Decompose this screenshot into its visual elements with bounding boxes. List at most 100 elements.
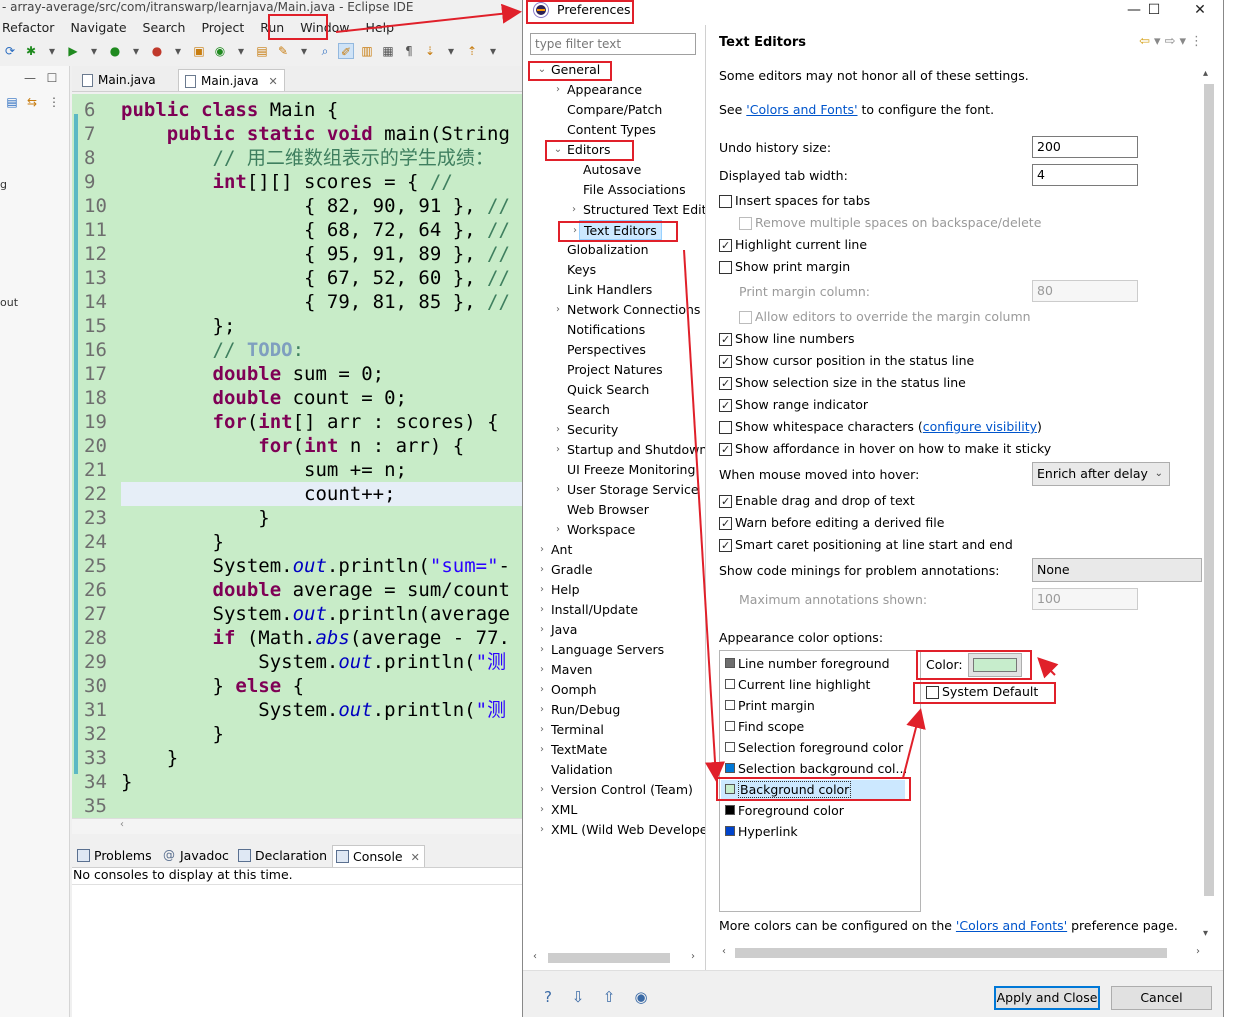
scroll-right-icon[interactable]: › xyxy=(691,951,695,962)
close-icon[interactable]: ✕ xyxy=(268,75,277,88)
menu-project[interactable]: Project xyxy=(201,20,244,35)
chevron-right-icon[interactable]: › xyxy=(537,740,547,760)
run-icon[interactable]: ▶ xyxy=(65,43,81,59)
tab-width-input[interactable]: 4 xyxy=(1032,164,1138,186)
record-icon[interactable]: ◉ xyxy=(631,987,651,1007)
scroll-left-icon[interactable]: ‹ xyxy=(722,946,726,957)
dropdown-icon[interactable]: ▾ xyxy=(44,43,60,59)
menu-navigate[interactable]: Navigate xyxy=(70,20,126,35)
show-line-numbers-checkbox[interactable]: Show line numbers xyxy=(719,331,855,348)
chevron-right-icon[interactable]: › xyxy=(537,700,547,720)
configure-visibility-link[interactable]: configure visibility xyxy=(923,419,1037,434)
dropdown-icon[interactable]: ▾ xyxy=(128,43,144,59)
chevron-right-icon[interactable]: › xyxy=(537,780,547,800)
view-menu-icon[interactable]: ⋮ xyxy=(46,94,62,110)
color-item-print-margin[interactable]: Print margin xyxy=(725,696,815,715)
tree-item-version-control[interactable]: › Version Control (Team) xyxy=(540,780,693,800)
tree-item-workspace[interactable]: › Workspace xyxy=(556,520,635,540)
scroll-right-icon[interactable]: › xyxy=(1196,946,1200,957)
tree-item-ui-freeze[interactable]: UI Freeze Monitoring xyxy=(567,460,695,480)
dropdown-icon[interactable]: ▾ xyxy=(485,43,501,59)
tree-item-run-debug[interactable]: › Run/Debug xyxy=(540,700,620,720)
run-last-icon[interactable]: ● xyxy=(107,43,123,59)
page-vscrollbar[interactable]: ▴ ▾ xyxy=(1200,66,1217,944)
tab-declaration[interactable]: Declaration xyxy=(235,845,327,867)
undo-history-input[interactable]: 200 xyxy=(1032,136,1138,158)
chevron-right-icon[interactable]: › xyxy=(537,580,547,600)
scroll-down-icon[interactable]: ▾ xyxy=(1203,928,1208,939)
tree-item-notifications[interactable]: Notifications xyxy=(567,320,645,340)
tree-item-install-update[interactable]: › Install/Update xyxy=(540,600,638,620)
drag-drop-checkbox[interactable]: Enable drag and drop of text xyxy=(719,493,915,510)
close-icon[interactable]: ✕ xyxy=(411,851,420,864)
scroll-thumb[interactable] xyxy=(548,953,670,963)
tree-item-terminal[interactable]: › Terminal xyxy=(540,720,604,740)
color-item-hyperlink[interactable]: Hyperlink xyxy=(725,822,798,841)
warn-derived-checkbox[interactable]: Warn before editing a derived file xyxy=(719,515,944,532)
refresh-icon[interactable]: ⟳ xyxy=(2,43,18,59)
chevron-right-icon[interactable]: › xyxy=(537,720,547,740)
view-menu-icon[interactable]: ⋮ xyxy=(1190,34,1207,49)
tree-item-network[interactable]: › Network Connections xyxy=(556,300,700,320)
color-item-selection-background[interactable]: Selection background col... xyxy=(725,759,907,778)
highlight-current-line-checkbox[interactable]: Highlight current line xyxy=(719,237,867,254)
dropdown-icon[interactable]: ▾ xyxy=(443,43,459,59)
chevron-right-icon[interactable]: › xyxy=(553,420,563,440)
remove-multiple-spaces-checkbox[interactable]: Remove multiple spaces on backspace/dele… xyxy=(739,215,1041,231)
tree-item-xml-wild[interactable]: › XML (Wild Web Developer) xyxy=(540,820,705,840)
tree-item-security[interactable]: › Security xyxy=(556,420,618,440)
tree-item-link-handlers[interactable]: Link Handlers xyxy=(567,280,652,300)
colors-fonts-link[interactable]: 'Colors and Fonts' xyxy=(956,918,1067,933)
chevron-right-icon[interactable]: › xyxy=(553,300,563,320)
tree-item-project-natures[interactable]: Project Natures xyxy=(567,360,663,380)
forward-arrow-icon[interactable]: ⇨ xyxy=(1165,34,1180,49)
chevron-right-icon[interactable]: › xyxy=(537,680,547,700)
tree-item-help[interactable]: › Help xyxy=(540,580,580,600)
color-item-find-scope[interactable]: Find scope xyxy=(725,717,804,736)
minimize-icon[interactable]: — xyxy=(22,70,38,86)
menu-help[interactable]: Help xyxy=(366,20,395,35)
code-minings-select[interactable]: None xyxy=(1032,558,1202,582)
tree-item-java[interactable]: › Java xyxy=(540,620,577,640)
show-cursor-position-checkbox[interactable]: Show cursor position in the status line xyxy=(719,353,974,370)
filter-input[interactable]: type filter text xyxy=(530,33,696,55)
next-annotation-icon[interactable]: ⇣ xyxy=(422,43,438,59)
scroll-thumb[interactable] xyxy=(735,948,1167,958)
chevron-right-icon[interactable]: › xyxy=(537,660,547,680)
link-icon[interactable]: ⇆ xyxy=(24,94,40,110)
chevron-right-icon[interactable]: › xyxy=(569,200,579,220)
tree-item-perspectives[interactable]: Perspectives xyxy=(567,340,646,360)
debug-icon[interactable]: ✱ xyxy=(23,43,39,59)
insert-spaces-checkbox[interactable]: Insert spaces for tabs xyxy=(719,193,870,209)
search-icon[interactable]: ⌕ xyxy=(317,43,333,59)
tree-item-structured-text[interactable]: › Structured Text Edit xyxy=(572,200,705,220)
tree-item-user-storage[interactable]: › User Storage Service xyxy=(556,480,699,500)
tree-item-file-associations[interactable]: File Associations xyxy=(583,180,686,200)
dropdown-icon[interactable]: ▾ xyxy=(1154,34,1165,49)
tree-item-oomph[interactable]: › Oomph xyxy=(540,680,597,700)
new-package-icon[interactable]: ▣ xyxy=(191,43,207,59)
hover-mode-select[interactable]: Enrich after delay ⌄ xyxy=(1032,462,1170,486)
external-tools-icon[interactable]: ● xyxy=(149,43,165,59)
block-select-icon[interactable]: ▦ xyxy=(380,43,396,59)
tree-item-globalization[interactable]: Globalization xyxy=(567,240,649,260)
max-annotations-input[interactable]: 100 xyxy=(1032,588,1138,610)
import-icon[interactable]: ⇩ xyxy=(568,987,588,1007)
color-item-current-line-highlight[interactable]: Current line highlight xyxy=(725,675,870,694)
smart-caret-checkbox[interactable]: Smart caret positioning at line start an… xyxy=(719,537,1013,554)
tree-item-language-servers[interactable]: › Language Servers xyxy=(540,640,664,660)
pencil-icon[interactable]: ✎ xyxy=(275,43,291,59)
page-hscrollbar[interactable]: ‹ › xyxy=(719,945,1200,961)
tree-item-autosave[interactable]: Autosave xyxy=(583,160,641,180)
editor-hscrollbar[interactable]: ‹ xyxy=(72,818,522,834)
show-range-indicator-checkbox[interactable]: Show range indicator xyxy=(719,397,868,414)
whitespace-icon[interactable]: ¶ xyxy=(401,43,417,59)
tree-item-ant[interactable]: › Ant xyxy=(540,540,572,560)
chevron-right-icon[interactable]: › xyxy=(553,80,563,100)
chevron-right-icon[interactable]: › xyxy=(537,560,547,580)
tree-item-gradle[interactable]: › Gradle xyxy=(540,560,593,580)
chevron-right-icon[interactable]: › xyxy=(537,820,547,840)
editor-tab-main-java[interactable]: Main.java xyxy=(76,69,162,91)
print-margin-column-input[interactable]: 80 xyxy=(1032,280,1138,302)
dropdown-icon[interactable]: ▾ xyxy=(170,43,186,59)
